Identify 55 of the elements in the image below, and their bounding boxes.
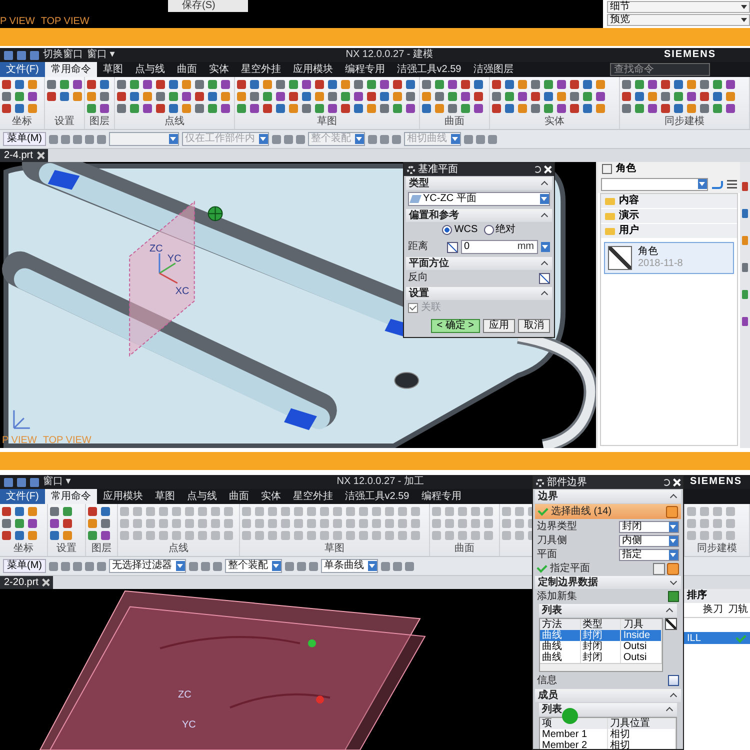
folder-label: 演示 xyxy=(619,210,639,222)
group-label: 图层 xyxy=(88,116,110,128)
field-label: 边界类型 xyxy=(537,520,577,532)
view-label: P VIEW xyxy=(0,16,35,27)
group-label: 设置 xyxy=(56,543,78,555)
axis-label: ZC xyxy=(178,690,192,701)
group-label: 曲面 xyxy=(454,543,476,555)
group-label: 草图 xyxy=(324,543,346,555)
siemens-logo: SIEMENS xyxy=(690,476,742,488)
role-name: 角色 xyxy=(638,246,659,258)
section-title: 定制边界数据 xyxy=(538,576,598,588)
field-label: 平面 xyxy=(537,548,557,560)
dialog-title: 部件边界 xyxy=(547,476,588,488)
field-label: 刀具侧 xyxy=(537,534,567,546)
folder-label: 内容 xyxy=(619,195,639,207)
section-title: 列表 xyxy=(542,604,562,616)
group-label: 设置 xyxy=(54,116,76,128)
axis-label: YC xyxy=(167,253,182,264)
view-label: TOP VIEW xyxy=(42,435,92,446)
window-title: NX 12.0.0.27 - 加工 xyxy=(336,476,424,488)
section-title: 偏置和参考 xyxy=(409,210,459,222)
section-title: 平面方位 xyxy=(409,258,449,270)
field-label: 指定平面 xyxy=(550,562,591,574)
group-label: 草图 xyxy=(316,116,338,128)
navigator-title: 排序 xyxy=(687,590,707,602)
group-label: 同步建模 xyxy=(696,543,738,555)
axis-label: YC xyxy=(182,719,196,730)
axis-label: XC xyxy=(175,286,190,298)
select-curve-label: 选择曲线 (14) xyxy=(551,506,613,518)
window-title: NX 12.0.0.27 - 建模 xyxy=(346,49,434,61)
section-title: 列表 xyxy=(542,704,562,716)
view-label: TOP VIEW xyxy=(40,16,90,27)
group-label: 曲面 xyxy=(444,116,466,128)
group-label: 点线 xyxy=(168,543,190,555)
section-title: 边界 xyxy=(538,490,558,502)
field-label: 信息 xyxy=(537,674,558,686)
section-title: 设置 xyxy=(409,288,429,300)
group-label: 点线 xyxy=(164,116,186,128)
operation-name: ILL xyxy=(687,632,701,644)
group-label: 同步建模 xyxy=(664,116,706,128)
group-label: 坐标 xyxy=(11,116,33,128)
folder-label: 用户 xyxy=(619,225,639,237)
section-title: 成员 xyxy=(538,690,558,702)
siemens-logo: SIEMENS xyxy=(664,49,716,61)
axis-label: ZC xyxy=(150,243,163,254)
field-label: 距离 xyxy=(408,241,429,253)
field-label: 反向 xyxy=(408,272,429,284)
panel-title: 角色 xyxy=(616,163,636,175)
group-label: 实体 xyxy=(544,116,566,128)
group-label: 坐标 xyxy=(12,543,34,555)
section-title: 类型 xyxy=(409,178,429,190)
role-date: 2018-11-8 xyxy=(638,258,683,270)
group-label: 图层 xyxy=(90,543,112,555)
dialog-title: 基准平面 xyxy=(418,164,459,176)
field-label: 添加新集 xyxy=(537,590,578,602)
